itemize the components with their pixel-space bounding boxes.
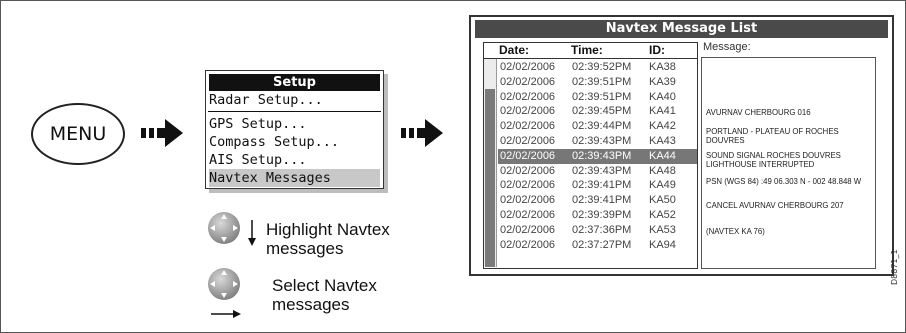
instruction-line: Highlight Navtex — [266, 220, 390, 239]
cell-date: 02/02/2006 — [500, 179, 556, 192]
cell-date: 02/02/2006 — [500, 208, 556, 221]
scrollbar[interactable] — [484, 59, 497, 267]
cell-date: 02/02/2006 — [500, 134, 556, 147]
menu-item-gps-setup[interactable]: GPS Setup... — [206, 115, 383, 133]
cell-id: KA43 — [649, 134, 676, 147]
right-arrow-icon — [141, 119, 183, 147]
table-row[interactable]: 02/02/2006 02:39:43PM KA43 — [498, 134, 697, 149]
scrollbar-thumb[interactable] — [485, 89, 495, 267]
right-arrow-icon — [211, 310, 241, 318]
message-line: SOUND SIGNAL ROCHES DOUVRES LIGHTHOUSE I… — [706, 151, 841, 169]
cell-date: 02/02/2006 — [500, 75, 556, 88]
table-row[interactable]: 02/02/2006 02:39:41PM KA50 — [498, 193, 697, 208]
down-arrow-icon — [248, 220, 256, 246]
table-rows: 02/02/2006 02:39:52PM KA38 02/02/2006 02:39:… — [498, 60, 697, 252]
column-header-date: Date: — [499, 43, 530, 57]
cell-time: 02:39:44PM — [572, 120, 632, 133]
cell-time: 02:37:36PM — [572, 223, 632, 236]
cell-id: KA53 — [649, 223, 676, 236]
cell-date: 02/02/2006 — [500, 90, 556, 103]
cell-time: 02:39:51PM — [572, 90, 632, 103]
rotary-controller-icon — [208, 268, 240, 300]
table-row[interactable]: 02/02/2006 02:37:27PM KA94 — [498, 238, 697, 253]
message-line: PSN (WGS 84) :49 06.303 N - 002 48.848 W — [706, 177, 862, 186]
cell-date: 02/02/2006 — [500, 149, 556, 162]
cell-time: 02:37:27PM — [572, 238, 632, 251]
instruction-line: messages — [272, 295, 350, 314]
table-row[interactable]: 02/02/2006 02:39:51PM KA40 — [498, 90, 697, 105]
cell-id: KA39 — [649, 75, 676, 88]
rotary-controller-icon — [208, 212, 240, 244]
cell-id: KA44 — [649, 149, 676, 162]
cell-id: KA40 — [649, 90, 676, 103]
cell-date: 02/02/2006 — [500, 223, 556, 236]
instruction-line: messages — [266, 239, 344, 258]
column-header-id: ID: — [649, 43, 665, 57]
table-row[interactable]: 02/02/2006 02:39:51PM KA39 — [498, 75, 697, 90]
table-row[interactable]: 02/02/2006 02:39:43PM KA44 — [498, 148, 697, 164]
cell-date: 02/02/2006 — [500, 120, 556, 133]
cell-date: 02/02/2006 — [500, 105, 556, 118]
setup-menu: Setup Radar Setup... GPS Setup... Compas… — [205, 70, 384, 189]
message-line: AVURNAV CHERBOURG 016 — [706, 108, 811, 117]
message-line: (NAVTEX KA 76) — [706, 227, 765, 236]
cell-time: 02:39:52PM — [572, 61, 632, 73]
navtex-message-list-window: Navtex Message List Date: Time: ID: 02/0… — [469, 15, 894, 276]
cell-date: 02/02/2006 — [500, 164, 556, 177]
cell-time: 02:39:39PM — [572, 208, 632, 221]
cell-time: 02:39:51PM — [572, 75, 632, 88]
message-detail-panel: AVURNAV CHERBOURG 016 PORTLAND - PLATEAU… — [701, 57, 876, 269]
table-row[interactable]: 02/02/2006 02:39:44PM KA42 — [498, 119, 697, 134]
menu-item-ais-setup[interactable]: AIS Setup... — [206, 151, 383, 169]
cell-date: 02/02/2006 — [500, 61, 556, 73]
menu-item-compass-setup[interactable]: Compass Setup... — [206, 133, 383, 151]
column-header-time: Time: — [571, 43, 603, 57]
highlight-instruction: Highlight Navtex messages — [266, 220, 390, 258]
table-row[interactable]: 02/02/2006 02:39:45PM KA41 — [498, 104, 697, 119]
cell-id: KA49 — [649, 179, 676, 192]
menu-item-navtex-messages[interactable]: Navtex Messages — [209, 169, 380, 187]
setup-menu-title: Setup — [209, 74, 380, 91]
cell-time: 02:39:43PM — [572, 149, 632, 162]
table-row[interactable]: 02/02/2006 02:39:41PM KA49 — [498, 178, 697, 193]
cell-time: 02:39:45PM — [572, 105, 632, 118]
cell-id: KA94 — [649, 238, 676, 251]
table-row[interactable]: 02/02/2006 02:37:36PM KA53 — [498, 223, 697, 238]
menu-divider — [208, 111, 381, 112]
table-row[interactable]: 02/02/2006 02:39:39PM KA52 — [498, 208, 697, 223]
cell-time: 02:39:43PM — [572, 164, 632, 177]
table-row[interactable]: 02/02/2006 02:39:43PM KA48 — [498, 164, 697, 179]
cell-id: KA52 — [649, 208, 676, 221]
cell-id: KA48 — [649, 164, 676, 177]
message-line: CANCEL AVURNAV CHERBOURG 207 — [706, 201, 844, 210]
navtex-window-title: Navtex Message List — [475, 20, 888, 38]
instruction-line: Select Navtex — [272, 276, 377, 295]
cell-id: KA38 — [649, 61, 676, 73]
select-instruction: Select Navtex messages — [272, 276, 377, 314]
cell-id: KA50 — [649, 194, 676, 207]
table-header: Date: Time: ID: — [484, 43, 697, 59]
menu-button-label: MENU — [49, 123, 107, 145]
cell-id: KA42 — [649, 120, 676, 133]
figure-reference: D8871_1 — [890, 249, 899, 285]
table-row[interactable]: 02/02/2006 02:39:52PM KA38 — [498, 60, 697, 75]
message-line: PORTLAND - PLATEAU OF ROCHES DOUVRES — [706, 127, 839, 145]
cell-date: 02/02/2006 — [500, 194, 556, 207]
cell-time: 02:39:43PM — [572, 134, 632, 147]
cell-date: 02/02/2006 — [500, 238, 556, 251]
right-arrow-icon — [401, 119, 443, 147]
message-label: Message: — [703, 41, 751, 53]
navtex-message-table: Date: Time: ID: 02/02/2006 02:39:52PM KA38… — [483, 42, 698, 269]
cell-id: KA41 — [649, 105, 676, 118]
cell-time: 02:39:41PM — [572, 194, 632, 207]
cell-time: 02:39:41PM — [572, 179, 632, 192]
menu-button[interactable]: MENU — [31, 103, 125, 165]
menu-item-radar-setup[interactable]: Radar Setup... — [206, 91, 383, 109]
